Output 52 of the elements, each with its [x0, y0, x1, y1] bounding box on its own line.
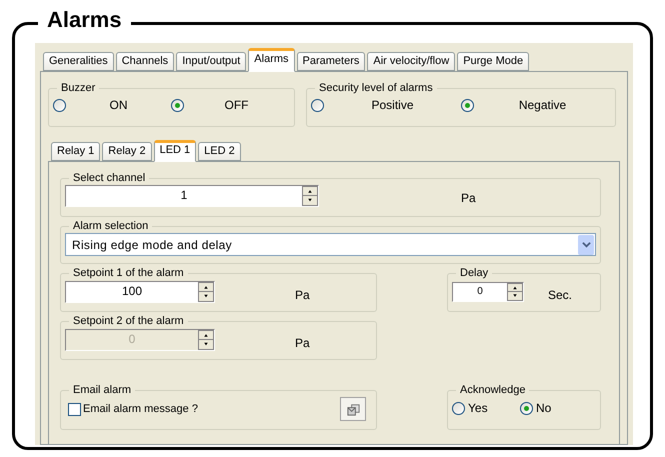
radio-button[interactable] — [461, 98, 474, 112]
field-value: 0 — [476, 285, 484, 299]
number-field[interactable]: 1 — [65, 185, 319, 207]
radio-label: OFF — [224, 97, 250, 114]
checkbox-label: Email alarm message ? — [83, 402, 198, 417]
radio-label: Negative — [518, 97, 568, 114]
unit-label: Sec. — [548, 287, 572, 304]
tab[interactable]: LED 2 — [198, 142, 241, 161]
group-label: Buzzer — [60, 82, 96, 95]
unit-label: Pa — [295, 287, 310, 304]
number-field[interactable]: 100 — [65, 281, 215, 303]
tab[interactable]: Purge Mode — [457, 52, 530, 71]
tab[interactable]: Relay 1 — [51, 142, 100, 161]
tab[interactable]: Parameters — [296, 52, 366, 71]
spinner-icon[interactable] — [507, 283, 523, 301]
field-value: 100 — [120, 283, 144, 300]
group-label: Select channel — [72, 172, 146, 185]
group-label: Alarm selection — [72, 220, 150, 233]
dropdown-value: Rising edge mode and delay — [71, 236, 233, 254]
unit-label: Pa — [295, 335, 310, 352]
radio-label: No — [536, 400, 552, 417]
radio-label: Yes — [468, 400, 488, 417]
radio-button[interactable] — [452, 402, 465, 414]
tab[interactable]: Alarms — [248, 48, 295, 72]
spinner-icon[interactable] — [198, 282, 214, 302]
chevron-down-icon[interactable] — [578, 234, 594, 254]
group-label: Setpoint 2 of the alarm — [72, 315, 185, 328]
envelopes-icon[interactable] — [340, 397, 366, 421]
field-value: 0 — [128, 331, 136, 348]
tab[interactable]: Input/output — [176, 52, 246, 71]
checkbox[interactable] — [68, 402, 81, 416]
radio-button[interactable] — [311, 98, 324, 112]
group-label: Email alarm — [72, 384, 132, 397]
tab[interactable]: Generalities — [43, 52, 114, 71]
radio-label: Positive — [370, 97, 415, 114]
radio-button[interactable] — [171, 98, 184, 112]
unit-label: Pa — [461, 190, 476, 207]
tab[interactable]: LED 1 — [154, 140, 196, 162]
tab[interactable]: Relay 2 — [102, 142, 152, 161]
radio-button[interactable] — [53, 98, 66, 112]
group-label: Acknowledge — [459, 384, 526, 397]
field-value: 1 — [180, 187, 188, 204]
spinner-icon[interactable] — [302, 186, 318, 206]
group-label: Delay — [459, 267, 490, 280]
group-label: Security level of alarms — [318, 82, 434, 95]
tab[interactable]: Air velocity/flow — [367, 52, 456, 71]
group-label: Setpoint 1 of the alarm — [72, 267, 185, 280]
radio-button[interactable] — [520, 402, 533, 414]
number-field[interactable]: 0 — [452, 282, 524, 302]
dropdown[interactable]: Rising edge mode and delay — [65, 233, 596, 256]
radio-label: ON — [108, 97, 128, 114]
tab[interactable]: Channels — [116, 52, 174, 71]
